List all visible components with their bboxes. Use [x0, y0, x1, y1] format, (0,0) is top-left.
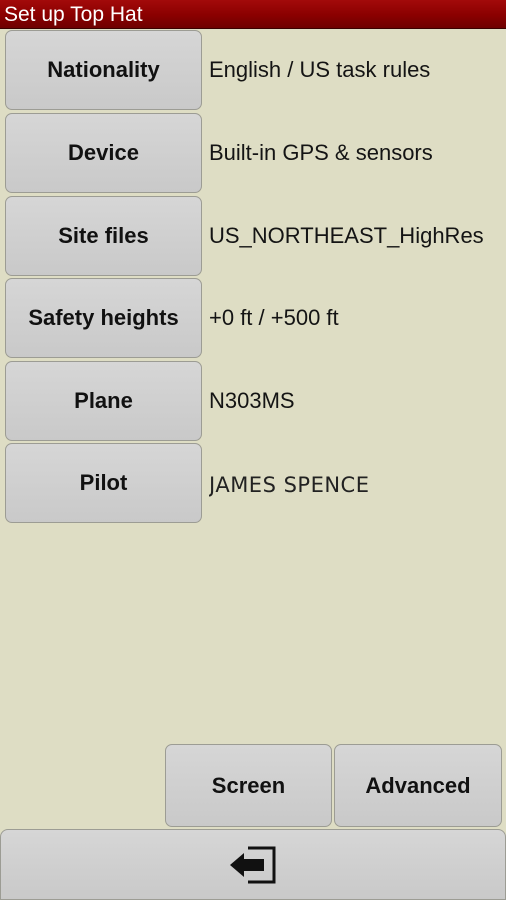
- advanced-button[interactable]: Advanced: [334, 744, 502, 827]
- nationality-button[interactable]: Nationality: [5, 30, 202, 110]
- plane-button-label: Plane: [74, 388, 133, 413]
- screen-button[interactable]: Screen: [165, 744, 332, 827]
- plane-button[interactable]: Plane: [5, 361, 202, 441]
- safety-heights-button[interactable]: Safety heights: [5, 278, 202, 358]
- device-value: Built-in GPS & sensors: [209, 140, 433, 165]
- site-files-button-label: Site files: [58, 223, 149, 248]
- safety-heights-value: +0 ft / +500 ft: [209, 305, 339, 330]
- device-button[interactable]: Device: [5, 113, 202, 193]
- nationality-value: English / US task rules: [209, 57, 431, 82]
- plane-value: N303MS: [209, 388, 295, 413]
- advanced-button-label: Advanced: [365, 772, 471, 798]
- site-files-button[interactable]: Site files: [5, 196, 202, 276]
- window-title: Set up Top Hat: [4, 3, 143, 26]
- safety-heights-button-label: Safety heights: [28, 305, 179, 330]
- pilot-value: JAMES SPENCE: [209, 473, 370, 497]
- exit-button[interactable]: [0, 829, 506, 900]
- nationality-button-label: Nationality: [47, 57, 160, 82]
- title-bar: Set up Top Hat: [0, 0, 506, 29]
- screen-button-label: Screen: [211, 772, 286, 798]
- site-files-value: US_NORTHEAST_HighRes: [209, 223, 484, 248]
- exit-icon: [228, 844, 278, 886]
- device-button-label: Device: [68, 140, 139, 165]
- pilot-button-label: Pilot: [79, 470, 128, 495]
- pilot-button[interactable]: Pilot: [5, 443, 202, 523]
